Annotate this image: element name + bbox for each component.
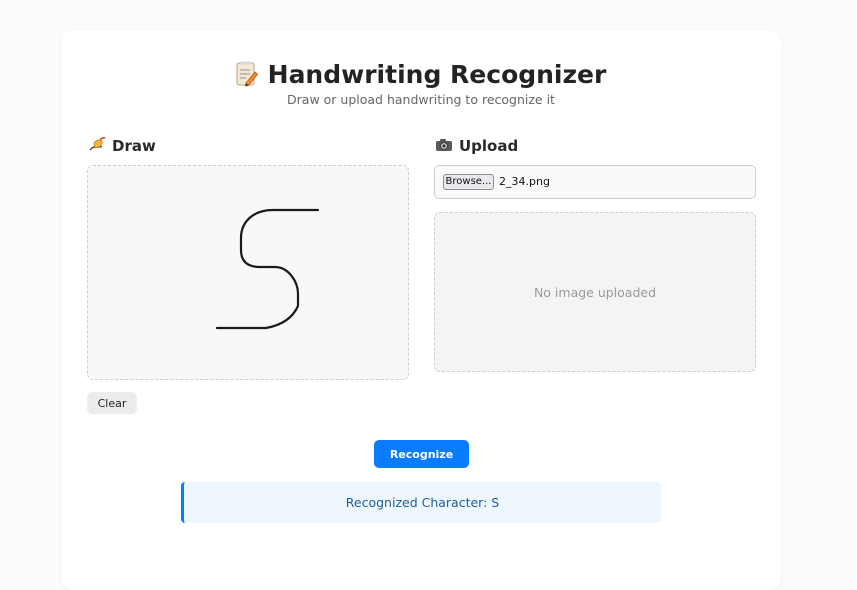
browse-button[interactable]: Browse... xyxy=(443,174,494,190)
page-subtitle: Draw or upload handwriting to recognize … xyxy=(287,92,555,107)
upload-section-title: Upload xyxy=(435,137,518,155)
main-card: Handwriting Recognizer Draw or upload ha… xyxy=(61,30,781,590)
drawing-canvas[interactable] xyxy=(87,165,409,380)
result-panel: Recognized Character: S xyxy=(181,482,661,523)
file-input[interactable]: Browse... 2_34.png xyxy=(434,165,756,199)
camera-icon xyxy=(435,137,453,153)
memo-icon xyxy=(236,61,258,87)
draw-section-label: Draw xyxy=(112,137,156,155)
image-preview: No image uploaded xyxy=(434,212,756,372)
page-title-text: Handwriting Recognizer xyxy=(267,60,607,89)
writing-hand-icon xyxy=(88,136,106,153)
preview-placeholder: No image uploaded xyxy=(533,285,657,300)
result-text: Recognized Character: S xyxy=(345,495,500,510)
clear-button[interactable]: Clear xyxy=(87,392,137,414)
selected-file-name: 2_34.png xyxy=(499,175,550,188)
page-title: Handwriting Recognizer xyxy=(61,60,781,90)
drawn-stroke xyxy=(215,208,320,330)
draw-section-title: Draw xyxy=(88,136,156,155)
recognize-button[interactable]: Recognize xyxy=(374,440,469,468)
upload-section-label: Upload xyxy=(459,137,519,155)
